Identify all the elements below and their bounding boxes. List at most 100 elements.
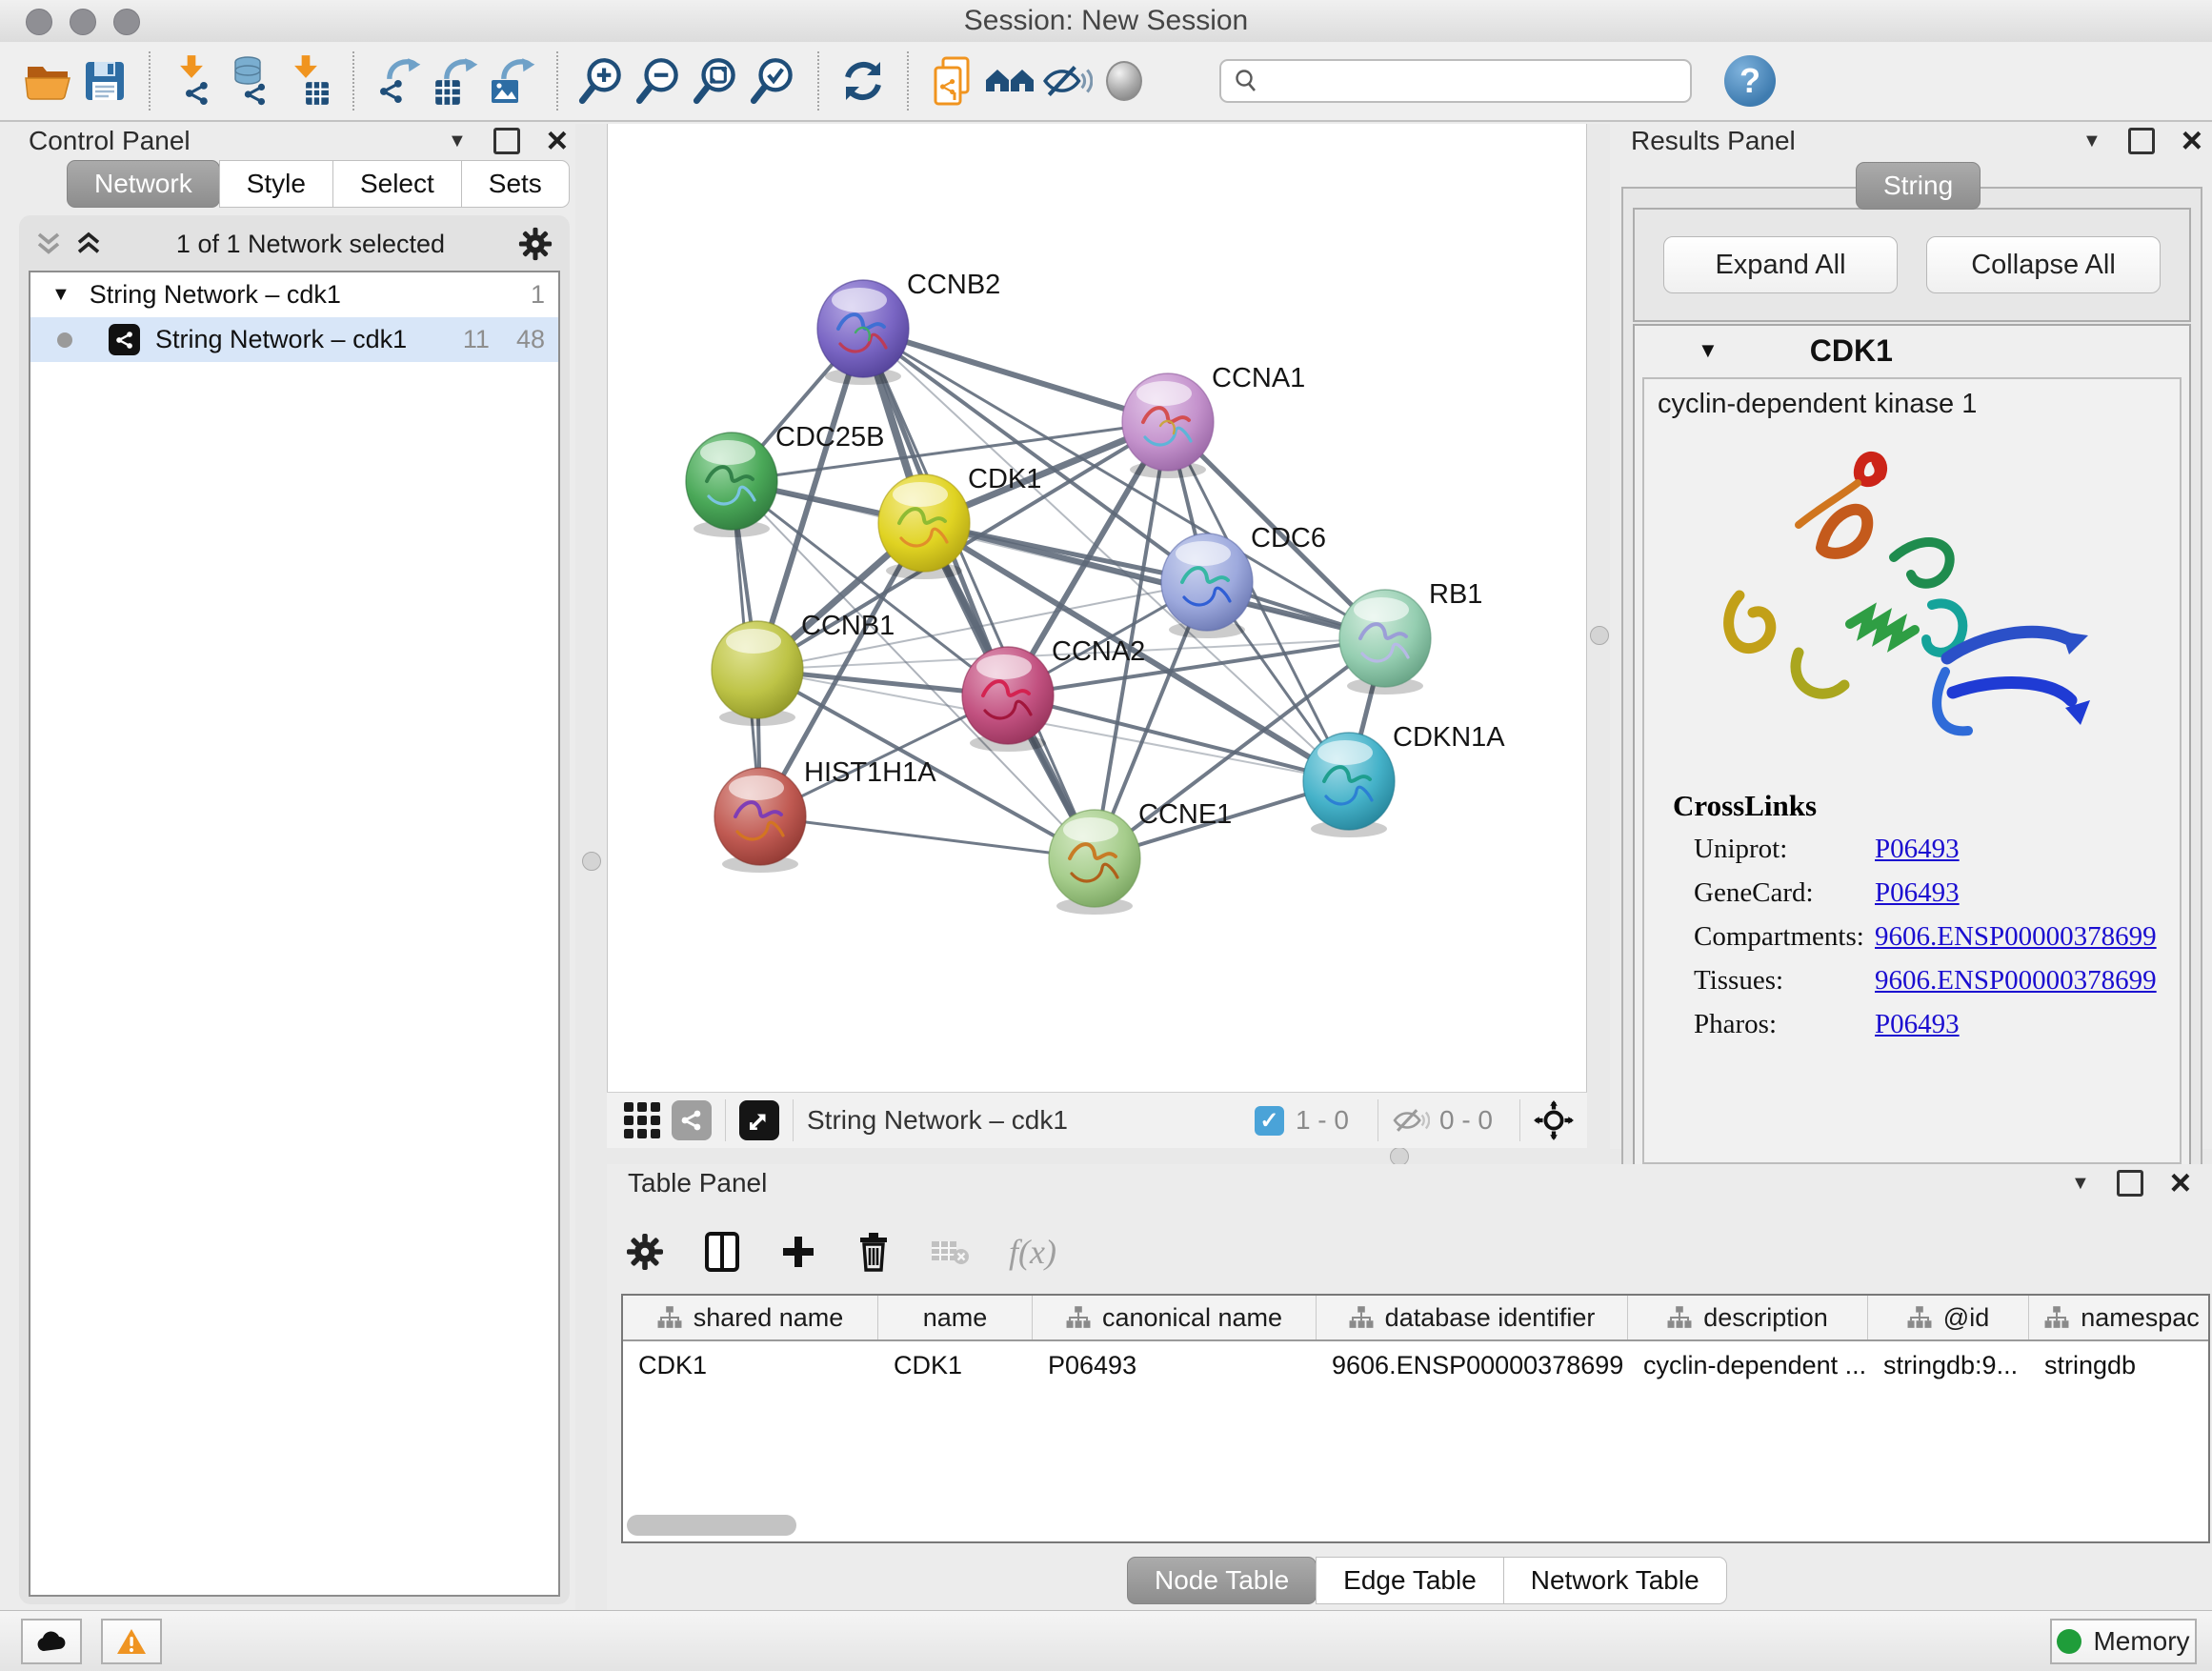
cell-shared-name[interactable]: CDK1 bbox=[623, 1341, 878, 1389]
cell-database-identifier[interactable]: 9606.ENSP00000378699 bbox=[1317, 1341, 1628, 1389]
grid-view-icon[interactable] bbox=[624, 1102, 660, 1138]
cell-name[interactable]: CDK1 bbox=[878, 1341, 1033, 1389]
save-session-icon[interactable] bbox=[76, 51, 133, 111]
import-table-file-icon[interactable] bbox=[280, 51, 337, 111]
crosslink-pharos-link[interactable]: P06493 bbox=[1875, 1009, 1960, 1040]
clone-network-icon[interactable] bbox=[924, 51, 981, 111]
export-table-icon[interactable] bbox=[427, 51, 484, 111]
birdseye-view-icon[interactable] bbox=[739, 1100, 779, 1140]
network-thumbnail-icon[interactable] bbox=[672, 1100, 712, 1140]
export-network-icon[interactable] bbox=[370, 51, 427, 111]
zoom-fit-icon[interactable] bbox=[688, 51, 745, 111]
cell-id[interactable]: stringdb:9... bbox=[1868, 1341, 2029, 1389]
open-session-icon[interactable] bbox=[19, 51, 76, 111]
panel-close-icon[interactable]: × bbox=[2182, 131, 2202, 151]
network-collection-row[interactable]: ▼ String Network – cdk1 1 bbox=[30, 272, 558, 317]
cloud-button[interactable] bbox=[21, 1619, 82, 1664]
panel-close-icon[interactable]: × bbox=[2170, 1173, 2191, 1194]
network-node-cdkn1a[interactable]: CDKN1A bbox=[1303, 722, 1505, 837]
column-header-namespac[interactable]: namespac bbox=[2029, 1296, 2210, 1339]
fit-selected-crosshair-icon[interactable] bbox=[1534, 1100, 1574, 1140]
crosslink-tissues-link[interactable]: 9606.ENSP00000378699 bbox=[1875, 965, 2157, 997]
panel-float-icon[interactable]: ▼ bbox=[2082, 131, 2101, 152]
network-graph[interactable]: CCNB2 CCNA1 CDC25BCDK1 CDC6RB1 CCNB1 CCNA2 CDK… bbox=[608, 124, 1588, 1092]
search-box[interactable] bbox=[1219, 59, 1692, 103]
expand-all-button[interactable]: Expand All bbox=[1663, 236, 1898, 293]
tab-network[interactable]: Network bbox=[67, 160, 220, 208]
import-network-database-icon[interactable] bbox=[223, 51, 280, 111]
column-header-id[interactable]: @id bbox=[1868, 1296, 2029, 1339]
tab-sets[interactable]: Sets bbox=[461, 160, 570, 208]
network-node-ccnb1[interactable]: CCNB1 bbox=[712, 611, 895, 726]
table-row[interactable]: CDK1CDK1P064939606.ENSP00000378699cyclin… bbox=[623, 1341, 2208, 1389]
network-node-ccne1[interactable]: CCNE1 bbox=[1049, 799, 1232, 915]
column-header-name[interactable]: name bbox=[878, 1296, 1033, 1339]
tab-select[interactable]: Select bbox=[332, 160, 462, 208]
network-options-gear-icon[interactable] bbox=[518, 227, 553, 261]
warnings-button[interactable] bbox=[101, 1619, 162, 1664]
section-caret-icon[interactable]: ▼ bbox=[1698, 338, 1719, 363]
tab-node-table[interactable]: Node Table bbox=[1127, 1557, 1317, 1604]
hidden-eye-icon bbox=[1392, 1106, 1430, 1135]
import-network-file-icon[interactable] bbox=[166, 51, 223, 111]
table-options-gear-icon[interactable] bbox=[626, 1233, 664, 1271]
export-image-icon[interactable] bbox=[484, 51, 541, 111]
hide-unhide-icon[interactable] bbox=[1038, 51, 1096, 111]
zoom-out-icon[interactable] bbox=[631, 51, 688, 111]
show-columns-icon[interactable] bbox=[704, 1231, 740, 1273]
network-node-ccna1[interactable]: CCNA1 bbox=[1122, 363, 1305, 478]
create-column-icon[interactable] bbox=[780, 1234, 816, 1270]
column-header-shared-name[interactable]: shared name bbox=[623, 1296, 878, 1339]
network-node-cdc25b[interactable]: CDC25B bbox=[686, 422, 884, 537]
panel-float-icon[interactable]: ▼ bbox=[2071, 1173, 2090, 1195]
network-row[interactable]: String Network – cdk1 11 48 bbox=[30, 317, 558, 362]
expand-all-icon[interactable] bbox=[74, 230, 103, 258]
splitter-handle[interactable] bbox=[1390, 1147, 1409, 1166]
network-canvas[interactable]: CCNB2 CCNA1 CDC25BCDK1 CDC6RB1 CCNB1 CCNA2 CDK… bbox=[607, 124, 1587, 1092]
column-header-canonical-name[interactable]: canonical name bbox=[1033, 1296, 1317, 1339]
tab-network-table[interactable]: Network Table bbox=[1503, 1557, 1727, 1604]
delete-column-icon[interactable] bbox=[856, 1232, 891, 1272]
memory-button[interactable]: Memory bbox=[2050, 1619, 2197, 1664]
network-node-rb1[interactable]: RB1 bbox=[1339, 579, 1482, 695]
gene-section-header[interactable]: ▼ CDK1 bbox=[1635, 326, 2189, 375]
search-input[interactable] bbox=[1259, 62, 1690, 100]
collapse-all-icon[interactable] bbox=[34, 230, 63, 258]
zoom-selected-icon[interactable] bbox=[745, 51, 802, 111]
collapse-all-button[interactable]: Collapse All bbox=[1926, 236, 2161, 293]
tab-string[interactable]: String bbox=[1856, 162, 1981, 210]
panel-close-icon[interactable]: × bbox=[547, 131, 568, 151]
level-of-detail-icon[interactable] bbox=[1096, 51, 1153, 111]
zoom-in-icon[interactable] bbox=[573, 51, 631, 111]
network-node-hist1h1a[interactable]: HIST1H1A bbox=[714, 757, 936, 873]
network-edge[interactable] bbox=[760, 816, 1095, 858]
string-home-icon[interactable] bbox=[981, 51, 1038, 111]
tree-caret-icon[interactable]: ▼ bbox=[51, 284, 70, 306]
network-edge[interactable] bbox=[863, 329, 1168, 422]
tab-edge-table[interactable]: Edge Table bbox=[1316, 1557, 1504, 1604]
cell-description[interactable]: cyclin-dependent ... bbox=[1628, 1341, 1868, 1389]
crosslink-uniprot-link[interactable]: P06493 bbox=[1875, 834, 1960, 865]
panel-float-icon[interactable]: ▼ bbox=[448, 131, 467, 152]
crosslink-genecard-link[interactable]: P06493 bbox=[1875, 877, 1960, 909]
refresh-icon[interactable] bbox=[835, 51, 892, 111]
panel-undock-icon[interactable] bbox=[2128, 128, 2155, 154]
node-label: CCNB1 bbox=[801, 611, 895, 641]
network-node-cdk1[interactable]: CDK1 bbox=[878, 464, 1041, 579]
column-header-database-identifier[interactable]: database identifier bbox=[1317, 1296, 1628, 1339]
network-node-cdc6[interactable]: CDC6 bbox=[1161, 523, 1326, 638]
crosslink-compartments-link[interactable]: 9606.ENSP00000378699 bbox=[1875, 921, 2157, 953]
panel-undock-icon[interactable] bbox=[493, 128, 520, 154]
splitter-handle[interactable] bbox=[1590, 626, 1609, 645]
cell-namespac[interactable]: stringdb bbox=[2029, 1341, 2210, 1389]
network-node-ccna2[interactable]: CCNA2 bbox=[962, 636, 1145, 752]
tab-style[interactable]: Style bbox=[219, 160, 333, 208]
help-icon[interactable]: ? bbox=[1724, 55, 1776, 107]
panel-undock-icon[interactable] bbox=[2117, 1170, 2143, 1197]
column-header-description[interactable]: description bbox=[1628, 1296, 1868, 1339]
table-horizontal-scrollbar[interactable] bbox=[627, 1515, 796, 1536]
selected-checkbox-icon[interactable]: ✓ bbox=[1255, 1106, 1284, 1136]
network-node-ccnb2[interactable]: CCNB2 bbox=[817, 270, 1000, 385]
splitter-handle[interactable] bbox=[582, 852, 601, 871]
cell-canonical-name[interactable]: P06493 bbox=[1033, 1341, 1317, 1389]
